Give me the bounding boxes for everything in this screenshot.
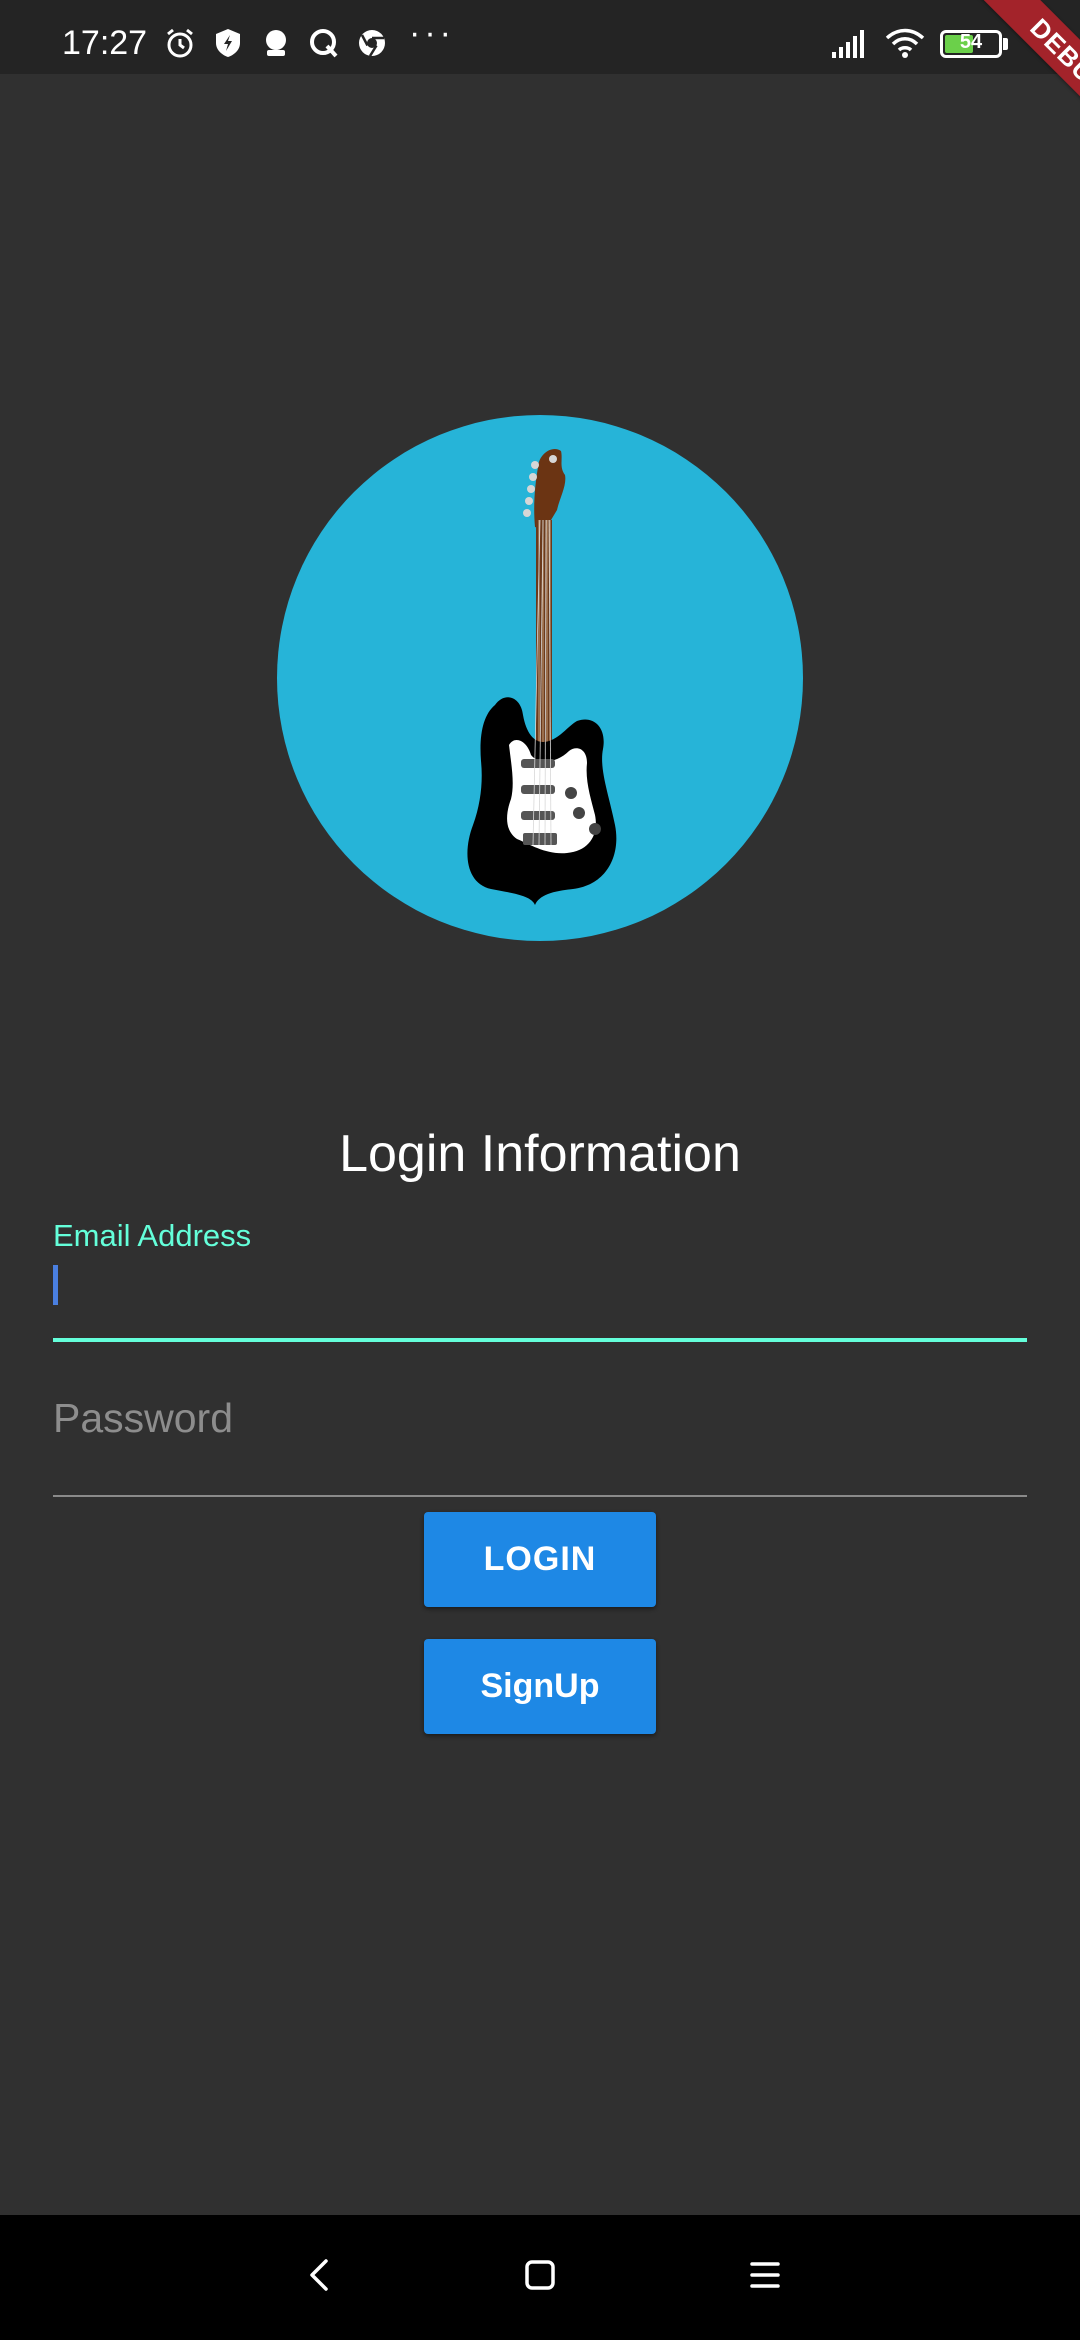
q-icon xyxy=(307,26,341,60)
email-label: Email Address xyxy=(53,1218,252,1253)
back-icon[interactable] xyxy=(290,2245,350,2305)
password-placeholder: Password xyxy=(53,1395,234,1441)
signup-button[interactable]: SignUp xyxy=(424,1639,656,1734)
alarm-icon xyxy=(163,26,197,60)
chrome-icon xyxy=(355,26,389,60)
robot-icon xyxy=(259,26,293,60)
login-screen: 17:27 ··· 54 DEBUG Login Information Ema… xyxy=(0,0,1080,2340)
email-field[interactable] xyxy=(53,1260,1027,1342)
more-dots-icon: ··· xyxy=(409,14,455,52)
signal-icon xyxy=(830,26,870,60)
menu-icon[interactable] xyxy=(735,2245,795,2305)
shield-bolt-icon xyxy=(211,26,245,60)
guitar-icon xyxy=(467,448,617,905)
navigation-bar xyxy=(0,2215,1080,2340)
app-logo xyxy=(277,415,803,941)
password-field[interactable]: Password xyxy=(53,1385,1027,1497)
form-title: Login Information xyxy=(339,1125,741,1183)
debug-banner-label: DEBUG xyxy=(963,0,1080,160)
home-icon[interactable] xyxy=(510,2245,570,2305)
status-bar: 17:27 ··· 54 xyxy=(0,0,1080,74)
debug-banner: DEBUG xyxy=(920,0,1080,160)
status-time: 17:27 xyxy=(62,24,148,62)
text-cursor xyxy=(53,1265,58,1305)
login-button[interactable]: LOGIN xyxy=(424,1512,656,1607)
